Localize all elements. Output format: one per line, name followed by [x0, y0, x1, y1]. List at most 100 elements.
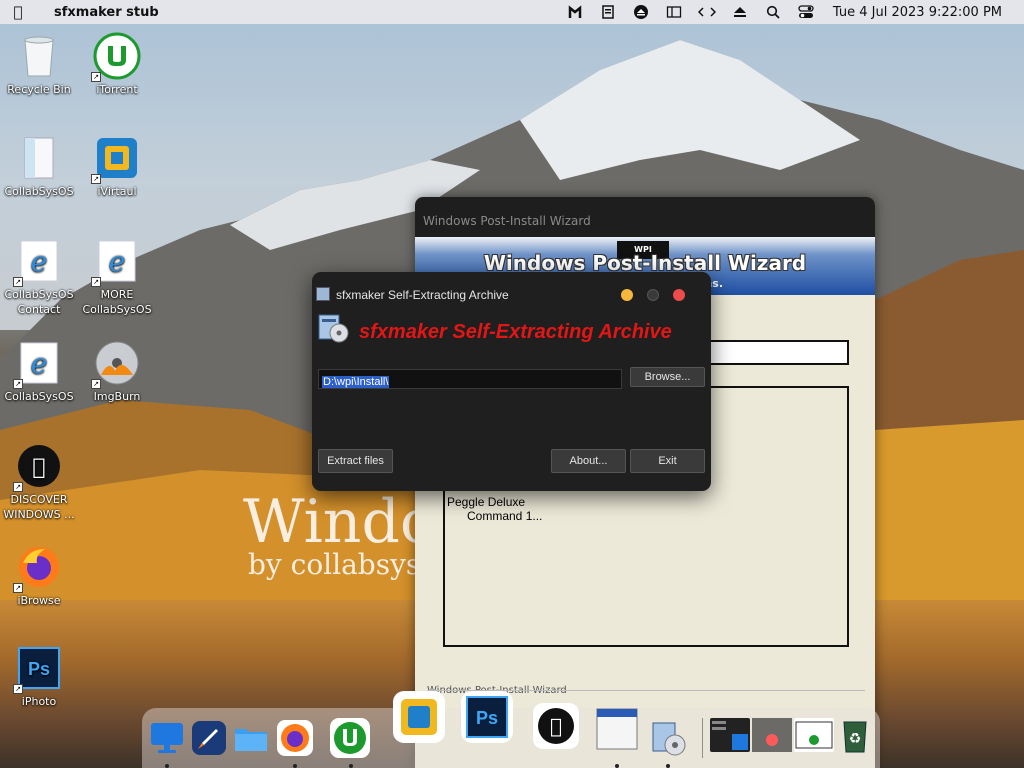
desktop-icon-label: MORE CollabSysOS — [82, 288, 152, 316]
sfx-app-icon — [316, 287, 330, 301]
desktop-icon-imgburn[interactable]: ↗ ImgBurn — [79, 339, 155, 404]
folder-icon[interactable] — [229, 716, 273, 760]
minimize-button[interactable] — [621, 289, 633, 301]
desktop-icon-recycle-bin[interactable]: Recycle Bin — [1, 32, 77, 97]
recycle-bin-icon — [15, 32, 63, 80]
dock-running-indicator — [293, 764, 297, 768]
desktop-icon-discover-windows[interactable]:  ↗ DISCOVER WINDOWS ... — [1, 442, 77, 522]
svg-text:♻: ♻ — [849, 731, 862, 747]
eject-icon[interactable] — [724, 0, 757, 24]
desktop-icon-label: iVirtaul — [97, 185, 137, 198]
eject-disc-icon[interactable] — [625, 0, 658, 24]
window-thumb[interactable] — [794, 718, 834, 752]
sidebar-icon[interactable] — [658, 0, 691, 24]
menu-bar-status-area: Tue 4 Jul 2023 9:22:00 PM — [559, 0, 1024, 24]
browse-button[interactable]: Browse... — [630, 367, 705, 387]
wpi-list-item: Peggle Deluxe — [447, 495, 526, 509]
desktop-icon-label: iPhoto — [21, 695, 57, 708]
shortcut-arrow-icon: ↗ — [91, 379, 101, 389]
wpi-install-list: Peggle Deluxe Command 1... — [447, 495, 542, 523]
sfx-titlebar[interactable]: sfxmaker Self-Extracting Archive — [312, 272, 711, 302]
firefox-icon[interactable] — [273, 716, 317, 760]
ie-icon: e ↗ — [13, 339, 63, 389]
imgburn-icon: ↗ — [91, 339, 141, 389]
desktop-icon-label: CollabSysOS Contact — [4, 288, 74, 316]
ie-icon: e ↗ — [91, 237, 141, 287]
search-icon[interactable] — [757, 0, 790, 24]
menu-bar:  sfxmaker stub Tue 4 Jul 2023 9:22:00 P… — [0, 0, 1024, 24]
dock-running-indicator — [165, 764, 169, 768]
desktop-icon-label: iTorrent — [96, 83, 138, 96]
dock: Ps  ♻ — [142, 691, 880, 768]
wpi-window-title[interactable]: Windows Post-Install Wizard — [415, 197, 875, 237]
sfx-title: sfxmaker Self-Extracting Archive — [336, 288, 509, 302]
launchpad-icon[interactable] — [187, 716, 231, 760]
svg-text:e: e — [31, 245, 48, 278]
exit-button[interactable]: Exit — [630, 449, 705, 473]
clipboard-icon[interactable] — [592, 0, 625, 24]
sfxmaker-icon[interactable] — [646, 716, 690, 760]
desktop-icon-more-collabsysos[interactable]: e ↗ MORE CollabSysOS — [79, 237, 155, 317]
extract-files-button[interactable]: Extract files — [318, 449, 393, 473]
svg-text::  — [550, 714, 562, 738]
photoshop-icon[interactable]: Ps — [460, 690, 514, 744]
dock-separator — [702, 718, 703, 758]
dock-running-indicator — [666, 764, 670, 768]
svg-text::  — [32, 455, 45, 480]
desktop-icon-itorrent[interactable]: ↗ iTorrent — [79, 32, 155, 97]
apple-menu-icon[interactable]:  — [0, 3, 36, 21]
maximize-button[interactable] — [647, 289, 659, 301]
shortcut-arrow-icon: ↗ — [91, 174, 101, 184]
sfx-dialog[interactable]: sfxmaker Self-Extracting Archive sfxmake… — [312, 272, 711, 491]
trash-icon[interactable]: ♻ — [840, 716, 870, 754]
desktop-icon-iphoto[interactable]: Ps ↗ iPhoto — [1, 644, 77, 709]
sfx-header-icon — [317, 312, 349, 344]
extract-path-value: D:\wpi\Install\ — [322, 376, 390, 388]
shortcut-arrow-icon: ↗ — [13, 277, 23, 287]
desktop-icon-collabsysos-folder[interactable]: CollabSysOS — [1, 134, 77, 199]
close-button[interactable] — [673, 289, 685, 301]
apple-icon[interactable]:  — [532, 702, 580, 750]
sfx-heading: sfxmaker Self-Extracting Archive — [359, 321, 672, 343]
utorrent-icon: ↗ — [91, 32, 141, 82]
svg-text:e: e — [31, 347, 48, 380]
app-name-menu[interactable]: sfxmaker stub — [54, 5, 159, 20]
dock-running-indicator — [349, 764, 353, 768]
malwarebytes-icon[interactable] — [559, 0, 592, 24]
utorrent-icon[interactable] — [328, 716, 372, 760]
desktop-icon-label: Recycle Bin — [7, 83, 71, 96]
dock-running-indicator — [615, 764, 619, 768]
virtualbox-icon[interactable] — [392, 690, 446, 744]
virtualbox-icon: ↗ — [91, 134, 141, 184]
shortcut-arrow-icon: ↗ — [13, 379, 23, 389]
mission-control-thumb[interactable] — [710, 718, 750, 752]
folder-icon — [15, 134, 63, 182]
shortcut-arrow-icon: ↗ — [13, 482, 23, 492]
extract-path-input[interactable]: D:\wpi\Install\ — [318, 369, 622, 389]
wpi-list-command: Command 1... — [467, 509, 543, 523]
desktop-icon-label: CollabSysOS — [4, 185, 74, 198]
finder-icon[interactable] — [145, 716, 189, 760]
window-icon[interactable] — [594, 706, 640, 752]
code-icon[interactable] — [691, 0, 724, 24]
wpi-status-field — [709, 340, 849, 365]
wallpaper-text-title: Windo — [243, 487, 436, 557]
about-button[interactable]: About... — [551, 449, 626, 473]
svg-text:e: e — [109, 245, 126, 278]
shortcut-arrow-icon: ↗ — [13, 684, 23, 694]
desktop-icon-label: CollabSysOS — [4, 390, 74, 403]
menu-bar-clock[interactable]: Tue 4 Jul 2023 9:22:00 PM — [833, 5, 1002, 20]
desktop-icon-collabsysos-contact[interactable]: e ↗ CollabSysOS Contact — [1, 237, 77, 317]
desktop-icon-collabsysos-ie[interactable]: e ↗ CollabSysOS — [1, 339, 77, 404]
desktop-icon-ivirtaul[interactable]: ↗ iVirtaul — [79, 134, 155, 199]
desktop-icon-label: ImgBurn — [93, 390, 141, 403]
desktop-icon-label: DISCOVER WINDOWS ... — [3, 493, 75, 521]
svg-text:Ps: Ps — [28, 659, 50, 679]
svg-text:Ps: Ps — [476, 708, 498, 728]
firefox-icon: ↗ — [13, 543, 63, 593]
desktop-icon-ibrowse[interactable]: ↗ iBrowse — [1, 543, 77, 608]
shortcut-arrow-icon: ↗ — [91, 277, 101, 287]
control-center-icon[interactable] — [790, 0, 823, 24]
desktop-thumb[interactable] — [752, 718, 792, 752]
wallpaper-text-subtitle: by collabsys — [248, 548, 421, 581]
